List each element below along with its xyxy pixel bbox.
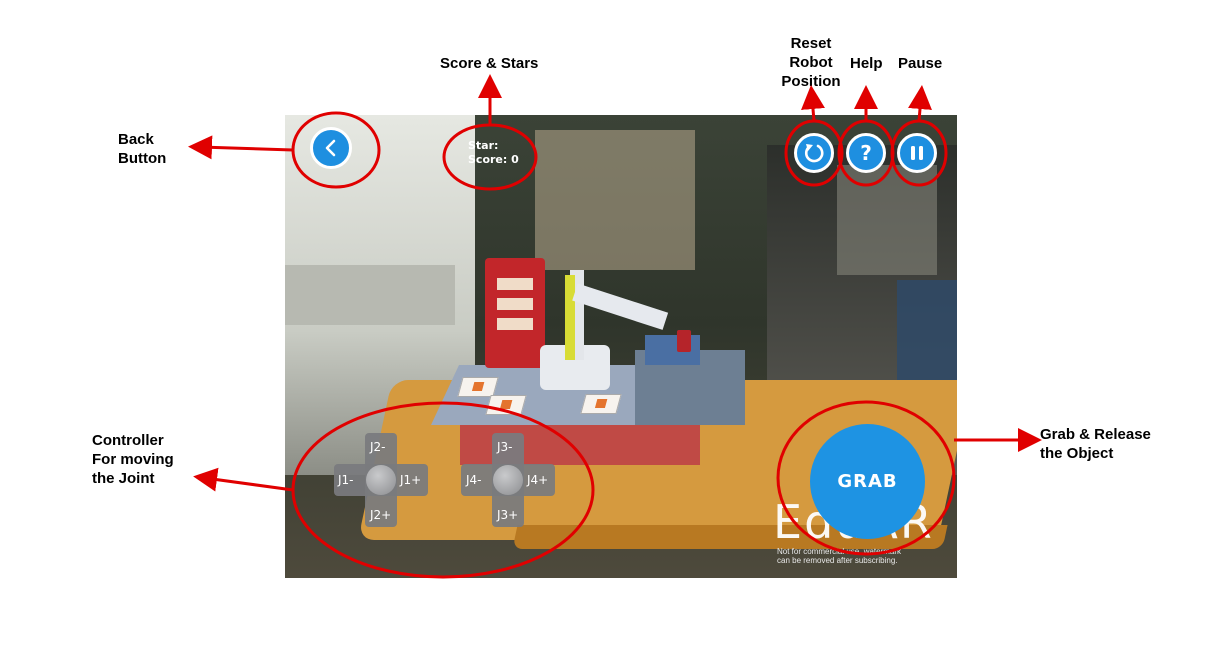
annotation-ellipse-controller: [291, 401, 595, 579]
annotation-arrow-back: [188, 135, 294, 160]
annotation-arrow-reset: [801, 85, 825, 122]
annotation-ellipse-score: [442, 123, 538, 191]
annotation-ellipse-reset: [784, 119, 844, 187]
annotation-ellipse-pause: [890, 119, 948, 187]
annotation-arrow-pause: [908, 85, 932, 122]
annotation-ellipse-help: [837, 119, 895, 187]
annotation-arrow-controller: [193, 467, 294, 492]
annotation-overlay: [188, 74, 1042, 579]
annotation-ellipse-back: [291, 111, 381, 189]
annotation-ellipse-grab: [776, 400, 956, 556]
